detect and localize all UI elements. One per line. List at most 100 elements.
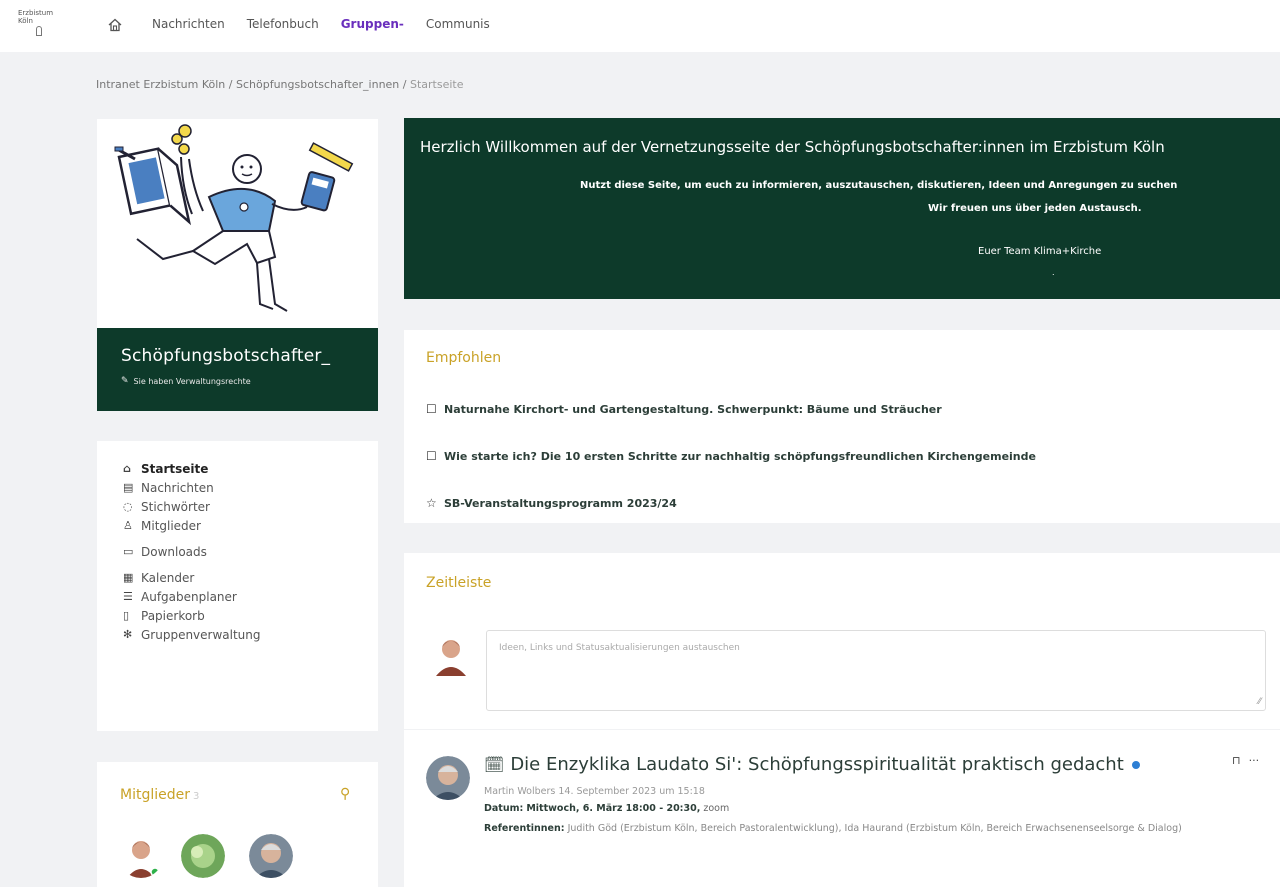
nav-item-communis[interactable]: Communis	[426, 17, 490, 31]
recommended-item-label: Naturnahe Kirchort- und Gartengestaltung…	[444, 402, 942, 416]
news-icon: ▤	[123, 481, 134, 494]
timeline-section: Zeitleiste Ideen, Links und Statusaktual…	[404, 553, 1280, 729]
sidebar-item-label: Nachrichten	[141, 480, 214, 495]
tag-icon: ◌	[123, 500, 133, 513]
trash-icon: ▯	[123, 609, 130, 622]
welcome-line-1: Nutzt diese Seite, um euch zu informiere…	[580, 180, 1178, 191]
calendar-icon: ▦	[123, 571, 134, 584]
sidebar-item-label: Downloads	[141, 544, 207, 559]
post-date-label: Datum:	[484, 803, 524, 814]
sidebar-item-startseite[interactable]: ⌂ Startseite	[123, 459, 352, 478]
members-count: 3	[193, 791, 200, 802]
main-nav: Nachrichten Telefonbuch Gruppen- Communi…	[152, 17, 490, 31]
nav-item-nachrichten[interactable]: Nachrichten	[152, 17, 225, 31]
sidebar-item-label: Startseite	[141, 461, 209, 476]
sidebar-item-label: Aufgabenplaner	[141, 589, 237, 604]
timeline-post: 🗓︎ Die Enzyklika Laudato Si': Schöpfungs…	[404, 730, 1280, 887]
member-avatar-1[interactable]	[119, 834, 163, 878]
members-title[interactable]: Mitglieder 3	[120, 787, 199, 803]
calendar-icon: 🗓︎	[484, 755, 505, 774]
welcome-signature: Euer Team Klima+Kirche	[978, 246, 1102, 257]
search-icon[interactable]: ⚲	[340, 786, 350, 802]
post-date: Datum: Mittwoch, 6. März 18:00 - 20:30, …	[484, 803, 729, 814]
group-name[interactable]: Schöpfungsbotschafter_	[121, 346, 354, 366]
top-bar: Erzbistum Köln Nachrichten Telefonbuch G…	[0, 0, 1280, 52]
nav-item-gruppen[interactable]: Gruppen-	[341, 17, 404, 31]
sidebar-item-nachrichten[interactable]: ▤ Nachrichten	[123, 478, 352, 497]
recommended-item-label: SB-Veranstaltungsprogramm 2023/24	[444, 496, 677, 510]
recommended-section: Empfohlen ☐ Naturnahe Kirchort- und Garte…	[404, 330, 1280, 523]
user-icon: ♙	[123, 519, 133, 532]
sidebar-item-stichwoerter[interactable]: ◌ Stichwörter	[123, 497, 352, 516]
breadcrumb-item-intranet[interactable]: Intranet Erzbistum Köln	[96, 78, 225, 91]
recommended-item[interactable]: ☐ Naturnahe Kirchort- und Gartengestaltun…	[426, 402, 942, 416]
group-card: Schöpfungsbotschafter_ ✎ Sie haben Verwa…	[97, 119, 378, 411]
resize-handle-icon[interactable]: ⁄⁄	[1258, 697, 1261, 707]
recommended-title: Empfohlen	[426, 350, 502, 366]
home-icon: ⌂	[123, 462, 131, 475]
home-icon[interactable]	[107, 17, 123, 33]
logo-mark-icon	[36, 26, 42, 36]
sidebar-item-label: Stichwörter	[141, 499, 210, 514]
breadcrumb-separator: /	[228, 78, 233, 91]
breadcrumb-item-current: Startseite	[410, 78, 464, 91]
calendar-icon: ☐	[426, 449, 437, 463]
tasks-icon: ☰	[123, 590, 133, 603]
members-title-label: Mitglieder	[120, 787, 190, 803]
sidebar-item-label: Gruppenverwaltung	[141, 627, 261, 642]
logo-text: Erzbistum Köln	[18, 9, 54, 25]
post-author-avatar[interactable]	[426, 756, 470, 800]
sidebar-item-kalender[interactable]: ▦ Kalender	[123, 568, 352, 587]
group-illustration	[114, 124, 354, 312]
recommended-item[interactable]: ☆ SB-Veranstaltungsprogramm 2023/24	[426, 496, 677, 510]
logo[interactable]: Erzbistum Köln	[18, 9, 58, 36]
gear-icon: ✻	[123, 628, 133, 641]
group-banner: Schöpfungsbotschafter_ ✎ Sie haben Verwa…	[97, 328, 378, 411]
sidebar-item-label: Mitglieder	[141, 518, 201, 533]
folder-icon: ▭	[123, 545, 134, 558]
member-avatar-2[interactable]	[181, 834, 225, 878]
sidebar-item-mitglieder[interactable]: ♙ Mitglieder	[123, 516, 352, 535]
post-speakers-value: Judith Göd (Erzbistum Köln, Bereich Past…	[567, 823, 1182, 834]
sidebar-item-papierkorb[interactable]: ▯ Papierkorb	[123, 606, 352, 625]
calendar-icon: ☐	[426, 402, 437, 416]
post-title-text: Die Enzyklika Laudato Si': Schöpfungsspi…	[510, 754, 1124, 775]
post-author-line: Martin Wolbers 14. September 2023 um 15:…	[484, 786, 705, 797]
sidebar-item-gruppenverwaltung[interactable]: ✻ Gruppenverwaltung	[123, 625, 352, 644]
current-user-avatar[interactable]	[432, 634, 470, 676]
status-input-placeholder: Ideen, Links und Statusaktualisierungen …	[499, 643, 740, 653]
recommended-item[interactable]: ☐ Wie starte ich? Die 10 ersten Schritte …	[426, 449, 1036, 463]
members-card: Mitglieder 3 ⚲	[97, 762, 378, 887]
wrench-icon: ✎	[121, 376, 129, 386]
nav-item-telefonbuch[interactable]: Telefonbuch	[247, 17, 319, 31]
post-date-value: Mittwoch, 6. März 18:00 - 20:30,	[526, 803, 701, 814]
breadcrumb: Intranet Erzbistum Köln / Schöpfungsbots…	[96, 78, 464, 91]
admin-note: ✎ Sie haben Verwaltungsrechte	[121, 376, 354, 386]
admin-note-text: Sie haben Verwaltungsrechte	[133, 376, 251, 386]
post-title[interactable]: 🗓︎ Die Enzyklika Laudato Si': Schöpfungs…	[484, 754, 1140, 775]
post-speakers: Referentinnen: Judith Göd (Erzbistum Köl…	[484, 820, 1244, 837]
more-options-icon[interactable]: ···	[1249, 754, 1260, 767]
welcome-banner: Herzlich Willkommen auf der Vernetzungss…	[404, 118, 1280, 299]
welcome-line-2: Wir freuen uns über jeden Austausch.	[928, 203, 1142, 214]
recommended-item-label: Wie starte ich? Die 10 ersten Schritte z…	[444, 449, 1036, 463]
breadcrumb-item-group[interactable]: Schöpfungsbotschafter_innen	[236, 78, 399, 91]
sidebar-item-aufgabenplaner[interactable]: ☰ Aufgabenplaner	[123, 587, 352, 606]
welcome-heading: Herzlich Willkommen auf der Vernetzungss…	[420, 138, 1165, 156]
post-actions: ⊓ ···	[1232, 754, 1259, 767]
nav-item-gruppen-label: Gruppen	[340, 17, 399, 31]
star-icon: ☆	[426, 496, 437, 510]
unread-indicator	[1131, 760, 1140, 769]
sidebar-item-label: Kalender	[141, 570, 195, 585]
timeline-title: Zeitleiste	[426, 575, 492, 591]
breadcrumb-separator: /	[402, 78, 407, 91]
member-avatar-3[interactable]	[249, 834, 293, 878]
status-input[interactable]: Ideen, Links und Statusaktualisierungen …	[486, 630, 1266, 711]
post-date-suffix: zoom	[703, 803, 730, 814]
post-speakers-label: Referentinnen:	[484, 823, 565, 834]
bookmark-icon[interactable]: ⊓	[1232, 754, 1241, 767]
sidebar-item-label: Papierkorb	[141, 608, 205, 623]
welcome-dot: .	[1052, 268, 1055, 277]
nav-item-gruppen-suffix: -	[398, 17, 404, 31]
sidebar-item-downloads[interactable]: ▭ Downloads	[123, 542, 352, 561]
